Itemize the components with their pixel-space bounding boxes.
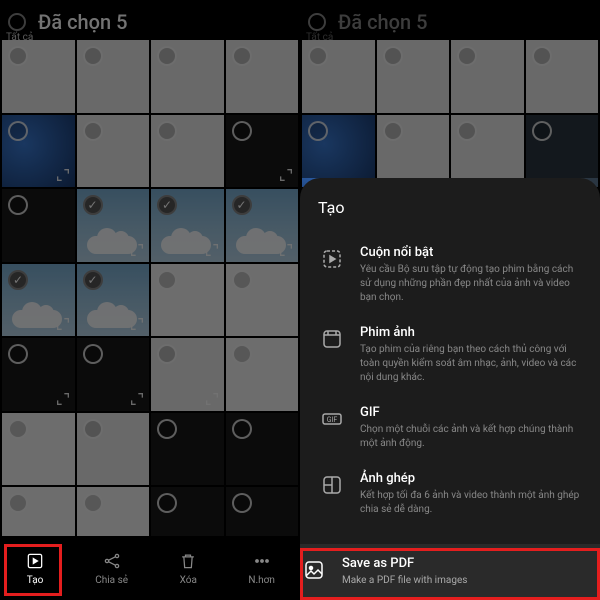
thumb[interactable] xyxy=(77,264,150,337)
more-icon xyxy=(252,551,272,571)
thumb[interactable] xyxy=(226,413,299,486)
svg-text:GIF: GIF xyxy=(327,416,338,424)
thumb[interactable] xyxy=(151,264,224,337)
thumb[interactable] xyxy=(226,264,299,337)
thumb[interactable] xyxy=(77,189,150,262)
delete-button[interactable]: Xóa xyxy=(170,547,206,590)
trash-icon xyxy=(178,551,198,571)
phone-screen-right: Đã chọn 5 Tất cả Tạo Cuộn nổi bật Yêu cầ… xyxy=(300,0,600,600)
thumb[interactable] xyxy=(2,115,75,188)
thumb[interactable] xyxy=(2,264,75,337)
select-all-circle[interactable] xyxy=(8,13,26,31)
thumb[interactable] xyxy=(226,115,299,188)
option-movie[interactable]: Phim ảnh Tạo phim của riêng bạn theo các… xyxy=(318,315,582,395)
photo-grid xyxy=(0,40,300,560)
thumb[interactable] xyxy=(77,413,150,486)
delete-label: Xóa xyxy=(180,575,197,586)
collage-icon xyxy=(318,471,346,499)
select-all-circle[interactable] xyxy=(308,13,326,31)
thumb[interactable] xyxy=(226,189,299,262)
thumb[interactable] xyxy=(151,189,224,262)
phone-screen-left: Đã chọn 5 Tất cả xyxy=(0,0,300,600)
create-label: Tạo xyxy=(27,575,44,586)
thumb[interactable] xyxy=(526,115,599,188)
option-desc: Chọn một chuỗi các ảnh và kết hợp chúng … xyxy=(360,423,582,451)
thumb[interactable] xyxy=(526,40,599,113)
option-gif[interactable]: GIF GIF Chọn một chuỗi các ảnh và kết hợ… xyxy=(318,395,582,461)
option-title: GIF xyxy=(360,405,582,420)
more-label: N.hơn xyxy=(248,575,275,586)
thumb[interactable] xyxy=(226,338,299,411)
thumb[interactable] xyxy=(451,40,524,113)
thumb[interactable] xyxy=(302,40,375,113)
header-left: Đã chọn 5 xyxy=(0,0,300,40)
thumb[interactable] xyxy=(77,115,150,188)
option-highlight-reel[interactable]: Cuộn nổi bật Yêu cầu Bộ sưu tập tự động … xyxy=(318,235,582,315)
thumb[interactable] xyxy=(2,189,75,262)
film-icon xyxy=(318,325,346,353)
play-box-icon xyxy=(318,245,346,273)
option-title: Cuộn nổi bật xyxy=(360,245,582,260)
thumb[interactable] xyxy=(2,413,75,486)
thumb[interactable] xyxy=(302,115,375,188)
bottom-bar: Tạo Chia sẻ Xóa N.hơn xyxy=(0,536,300,600)
thumb[interactable] xyxy=(2,40,75,113)
selection-count: Đã chọn 5 xyxy=(38,10,127,34)
thumb[interactable] xyxy=(451,115,524,188)
thumb[interactable] xyxy=(226,40,299,113)
share-icon xyxy=(102,551,122,571)
option-desc: Make a PDF file with images xyxy=(342,574,600,588)
more-button[interactable]: N.hơn xyxy=(240,547,283,590)
option-desc: Kết hợp tối đa 6 ảnh và video thành một … xyxy=(360,489,582,517)
thumb[interactable] xyxy=(151,338,224,411)
gif-icon: GIF xyxy=(318,405,346,433)
thumb[interactable] xyxy=(151,413,224,486)
thumb[interactable] xyxy=(2,338,75,411)
thumb[interactable] xyxy=(77,338,150,411)
option-title: Phim ảnh xyxy=(360,325,582,340)
thumb[interactable] xyxy=(377,115,450,188)
option-title: Save as PDF xyxy=(342,556,600,571)
thumb[interactable] xyxy=(77,40,150,113)
option-title: Ảnh ghép xyxy=(360,471,582,486)
image-icon xyxy=(300,556,328,584)
create-sheet: Tạo Cuộn nổi bật Yêu cầu Bộ sưu tập tự đ… xyxy=(300,178,600,600)
photo-grid-right xyxy=(300,40,600,187)
option-save-pdf[interactable]: Save as PDF Make a PDF file with images xyxy=(300,544,600,600)
thumb[interactable] xyxy=(377,40,450,113)
selection-count: Đã chọn 5 xyxy=(338,10,427,34)
header-right: Đã chọn 5 xyxy=(300,0,600,40)
create-icon xyxy=(25,551,45,571)
share-button[interactable]: Chia sẻ xyxy=(87,547,136,590)
option-desc: Yêu cầu Bộ sưu tập tự động tạo phim bằng… xyxy=(360,263,582,305)
create-button[interactable]: Tạo xyxy=(17,547,53,590)
option-collage[interactable]: Ảnh ghép Kết hợp tối đa 6 ảnh và video t… xyxy=(318,461,582,527)
option-desc: Tạo phim của riêng bạn theo cách thủ côn… xyxy=(360,343,582,385)
thumb[interactable] xyxy=(151,115,224,188)
share-label: Chia sẻ xyxy=(95,575,128,586)
thumb[interactable] xyxy=(151,40,224,113)
sheet-title: Tạo xyxy=(318,198,582,217)
